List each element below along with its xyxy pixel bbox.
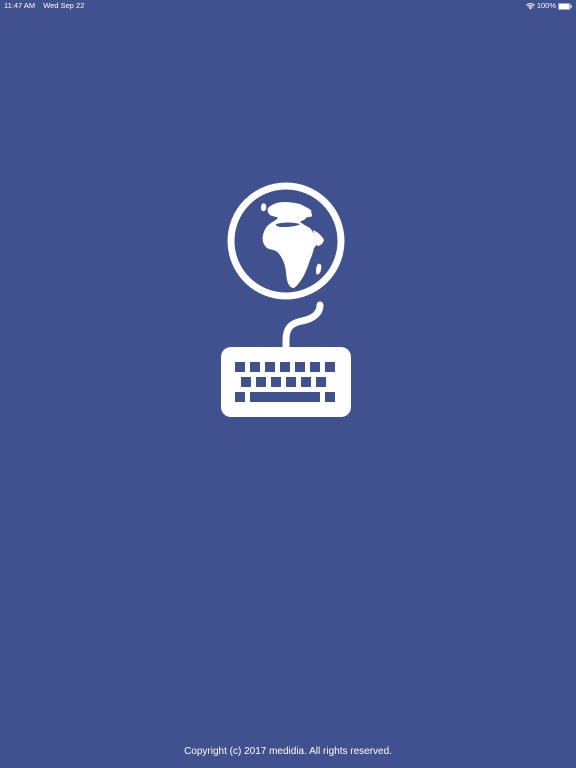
copyright-text: Copyright (c) 2017 medidia. All rights r… — [184, 746, 392, 757]
status-time: 11:47 AM — [4, 1, 36, 10]
status-left: 11:47 AM Wed Sep 22 — [4, 0, 90, 12]
battery-icon — [558, 2, 572, 10]
status-date: Wed Sep 22 — [43, 1, 85, 10]
status-bar: 11:47 AM Wed Sep 22 100% — [0, 0, 576, 12]
globe-icon — [227, 182, 345, 300]
battery-percent: 100% — [536, 1, 556, 10]
wifi-icon — [525, 2, 535, 9]
keyboard-icon — [221, 347, 351, 417]
app-logo — [221, 182, 351, 417]
cable-icon — [282, 301, 324, 352]
status-right: 100% — [525, 0, 572, 12]
